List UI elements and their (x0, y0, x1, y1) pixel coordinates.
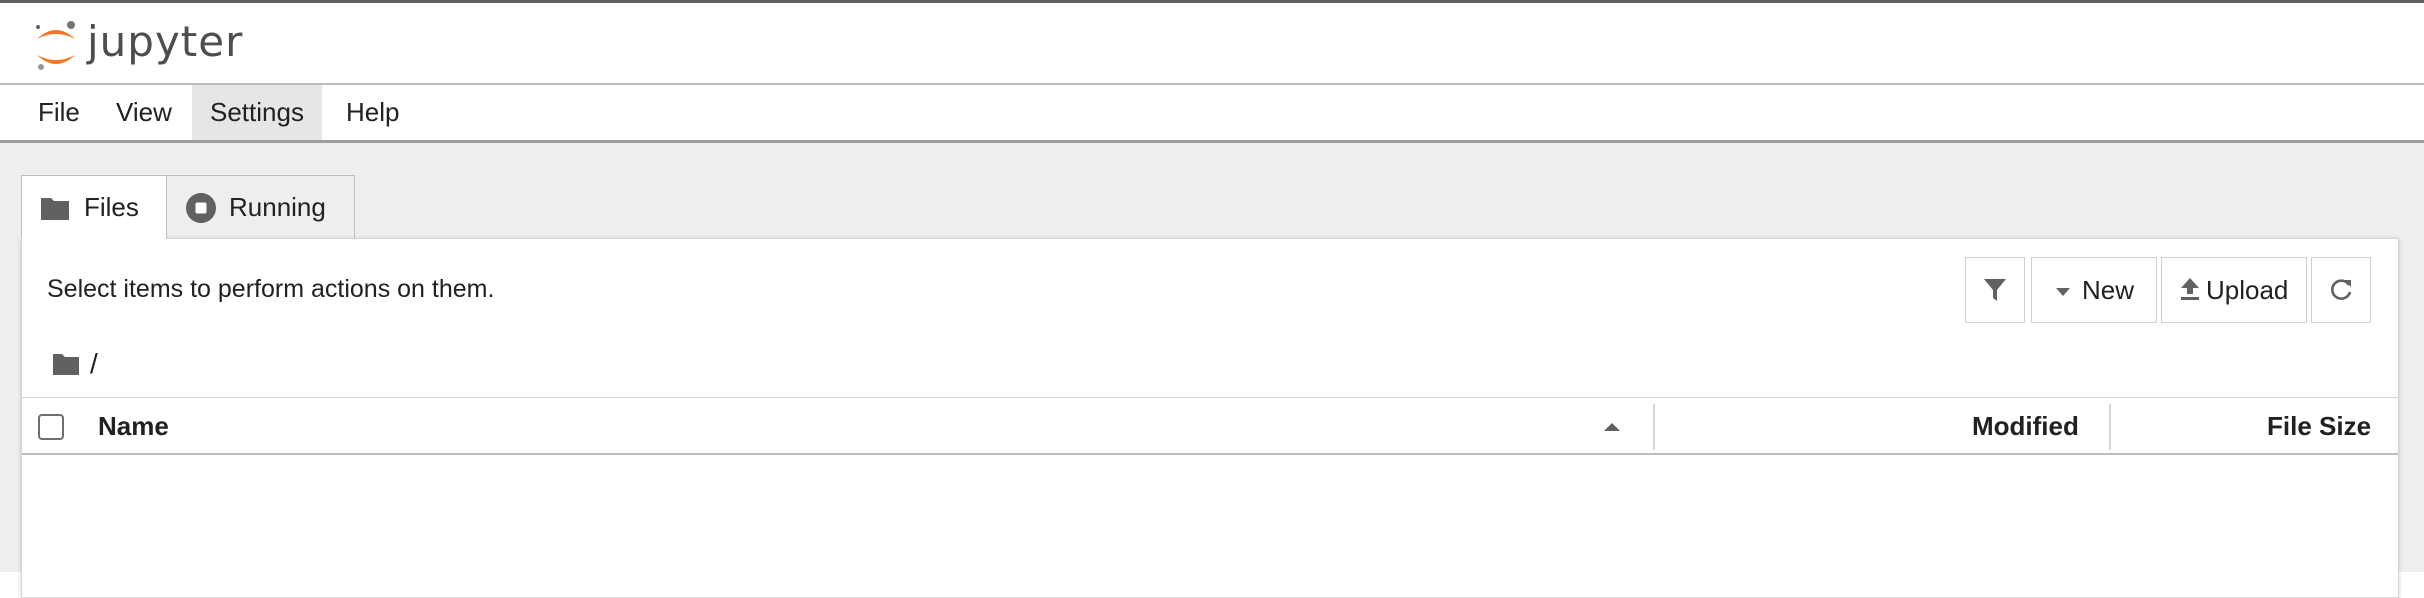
jupyter-logo-icon (36, 21, 75, 70)
column-name-header[interactable]: Name (98, 398, 169, 454)
upload-button[interactable]: Upload (2161, 257, 2307, 323)
tab-running[interactable]: Running (166, 175, 355, 238)
column-filesize-header[interactable]: File Size (2267, 398, 2371, 454)
top-bar: jupyter (0, 0, 2424, 85)
filter-icon (1984, 279, 2006, 301)
refresh-button[interactable] (2311, 257, 2371, 323)
breadcrumb-root[interactable]: / (90, 347, 98, 381)
tab-files-label: Files (84, 192, 139, 222)
upload-button-label: Upload (2206, 275, 2289, 305)
menu-help[interactable]: Help (328, 85, 417, 140)
upload-icon (2181, 278, 2199, 300)
file-list-header: Name Modified File Size (22, 397, 2398, 455)
column-divider[interactable] (2109, 404, 2111, 450)
column-divider[interactable] (1653, 404, 1655, 450)
jupyter-logo[interactable]: jupyter (33, 17, 263, 75)
menu-settings[interactable]: Settings (192, 85, 322, 140)
tab-files[interactable]: Files (21, 175, 167, 239)
new-button-label: New (2082, 275, 2135, 305)
menu-view[interactable]: View (98, 85, 190, 140)
stop-circle-icon (186, 193, 216, 223)
folder-icon (41, 198, 69, 220)
select-all-checkbox[interactable] (38, 414, 64, 440)
tab-running-label: Running (229, 192, 326, 222)
file-browser-panel: Select items to perform actions on them.… (21, 238, 2399, 598)
refresh-icon (2331, 279, 2352, 300)
main-area: Files Running Select items to perform ac… (0, 143, 2424, 598)
menu-bar: File View Settings Help (0, 85, 2424, 143)
file-list[interactable] (22, 455, 2398, 597)
menu-file[interactable]: File (20, 85, 98, 140)
caret-up-icon (1604, 423, 1620, 431)
logo-text: jupyter (87, 17, 244, 66)
column-modified-header[interactable]: Modified (1972, 398, 2079, 454)
new-button[interactable]: New (2031, 257, 2157, 323)
folder-icon[interactable] (52, 351, 80, 377)
selection-hint: Select items to perform actions on them. (47, 275, 495, 303)
filter-button[interactable] (1965, 257, 2025, 323)
caret-down-icon (2056, 288, 2070, 296)
